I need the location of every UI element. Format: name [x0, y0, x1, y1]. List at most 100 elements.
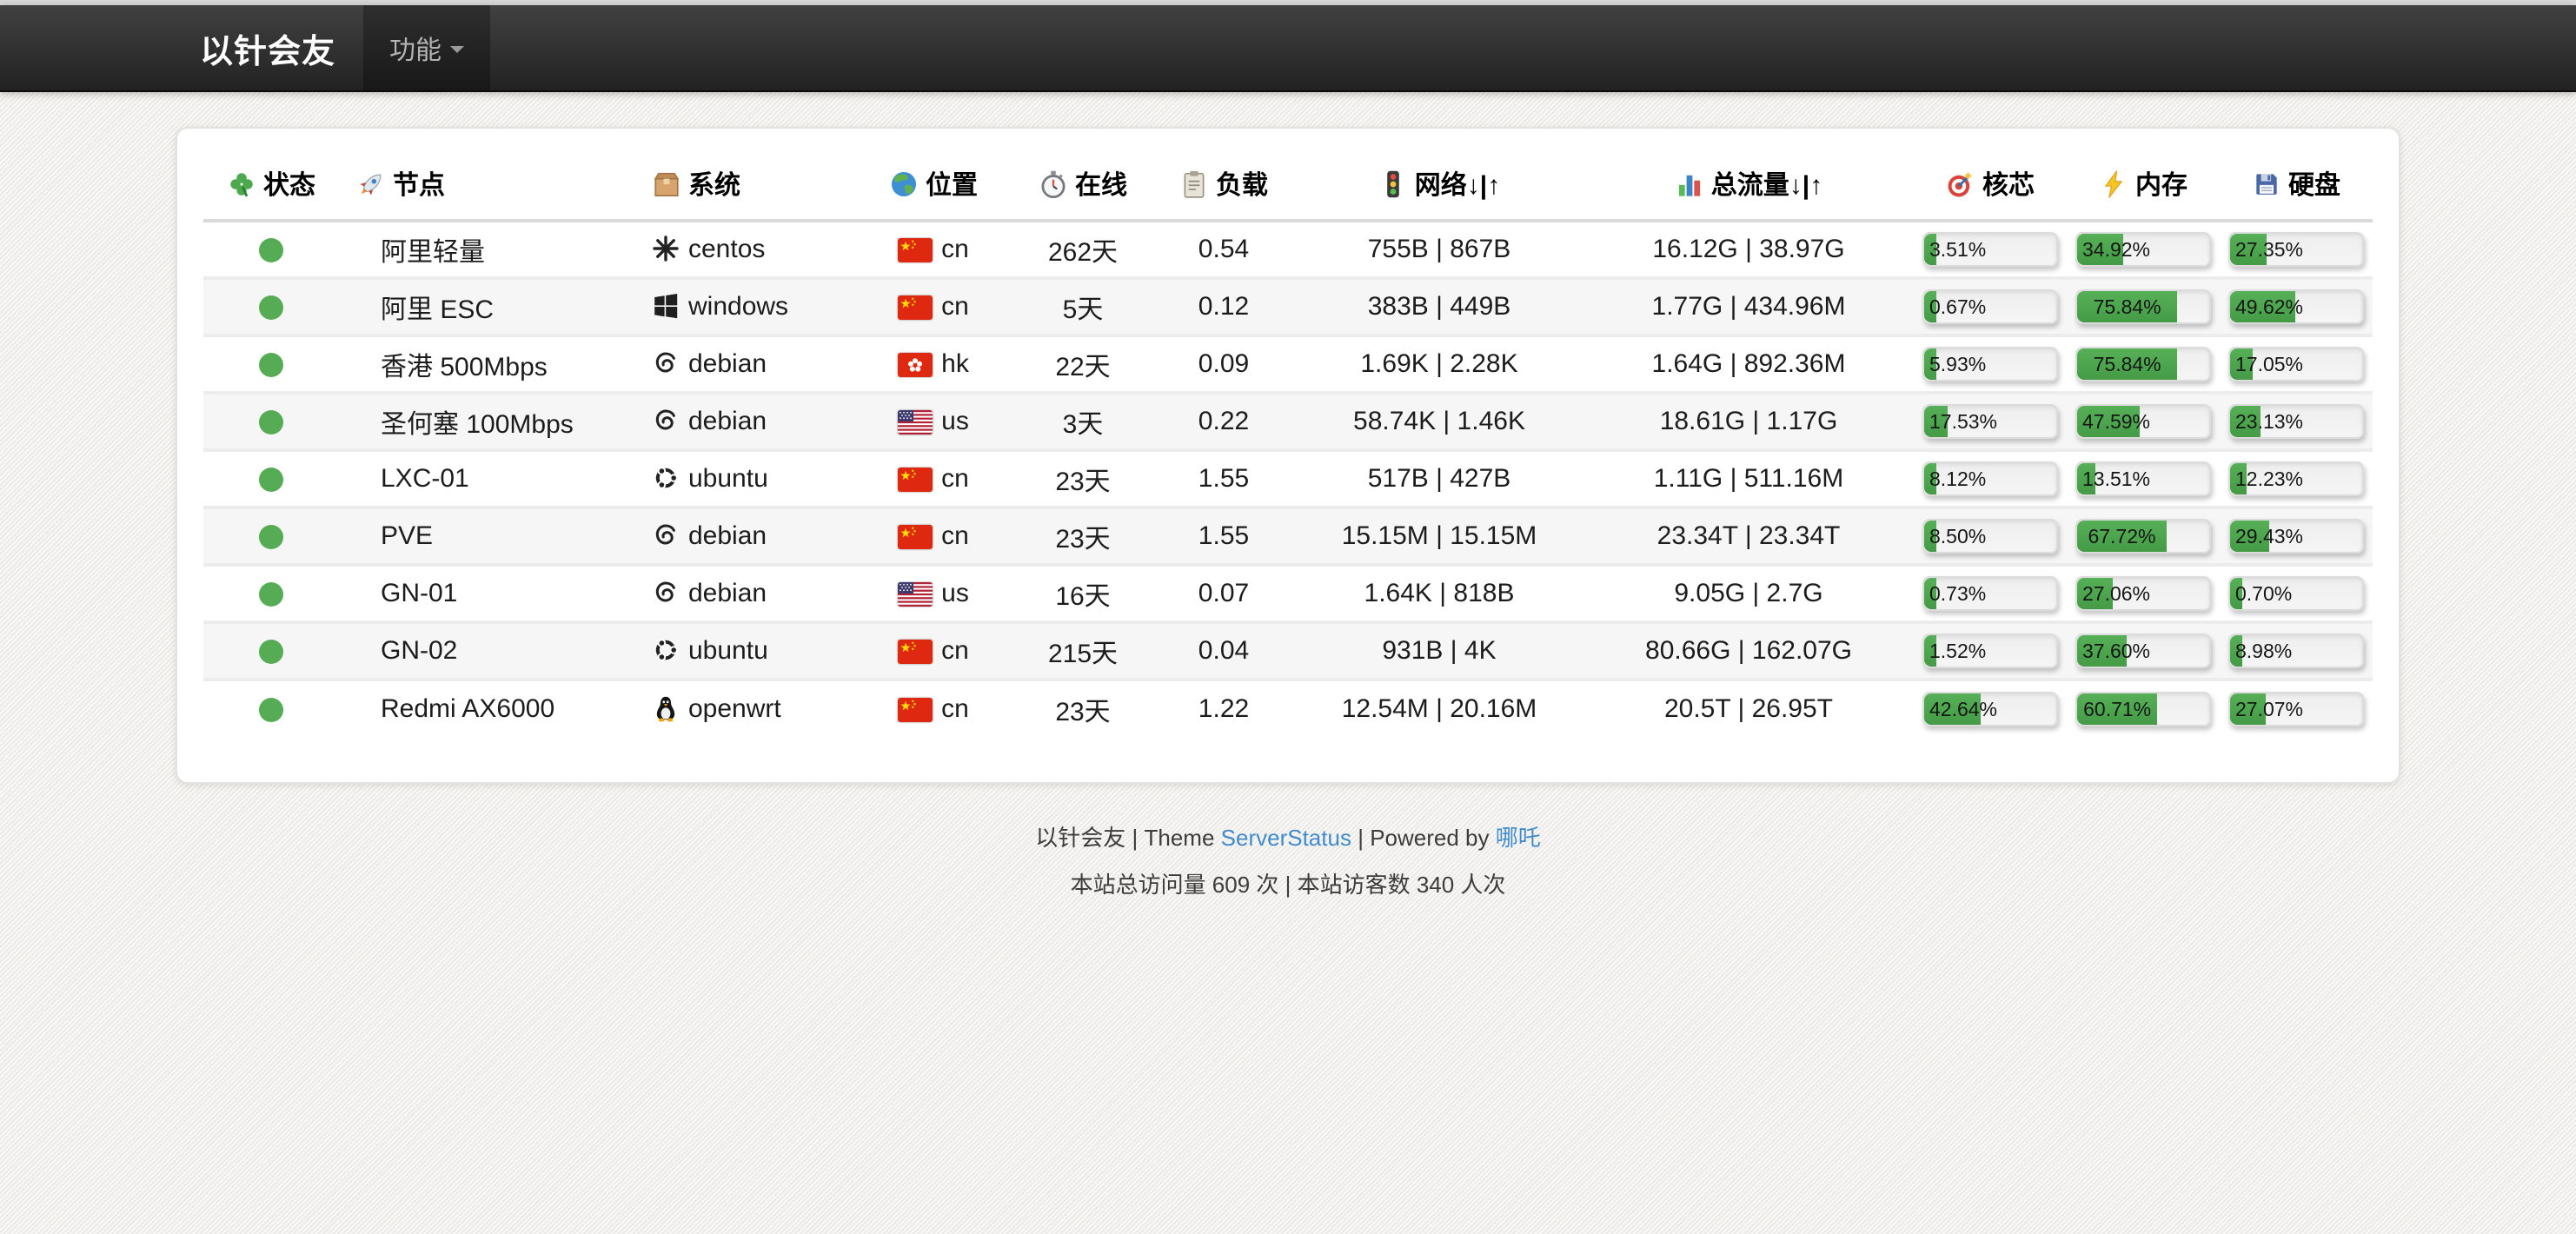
- os-name: debian: [688, 579, 767, 607]
- traffic-value: 9.05G | 2.7G: [1583, 565, 1914, 622]
- flag-hk-icon: [898, 353, 933, 377]
- status-online-icon: [259, 238, 283, 262]
- node-name: LXC-01: [381, 464, 469, 493]
- main-content: 状态 节点 系统 位置 在线 负载 网络↓|↑ 总流量↓|↑ 核芯 内存 硬盘 …: [0, 127, 2576, 784]
- footer-visit-stats: 本站总访问量 609 次 | 本站访客数 340 人次: [0, 869, 2576, 900]
- network-value: 58.74K | 1.46K: [1295, 393, 1583, 450]
- load-value: 1.55: [1152, 450, 1295, 508]
- server-row[interactable]: GN-02 ubuntu cn 215天 0.04 931B | 4K 80.6…: [203, 622, 2373, 680]
- network-value: 755B | 867B: [1295, 221, 1583, 278]
- traffic-value: 80.66G | 162.07G: [1583, 622, 1914, 680]
- rocket-icon: [356, 169, 386, 199]
- traffic-value: 23.34T | 23.34T: [1583, 508, 1914, 565]
- os-windows-icon: [652, 292, 680, 320]
- node-name: GN-02: [381, 636, 457, 665]
- theme-link[interactable]: ServerStatus: [1221, 825, 1351, 851]
- node-name: Redmi AX6000: [381, 694, 554, 723]
- footer-theme-prefix: Theme: [1145, 825, 1215, 851]
- cpu-percent: 0.73%: [1924, 582, 1991, 606]
- cpu-progress-bar: 0.73%: [1922, 576, 2058, 611]
- hdd-percent: 49.62%: [2230, 295, 2308, 319]
- os-name: debian: [688, 521, 767, 550]
- column-header-cpu: 核芯: [1914, 143, 2067, 221]
- node-name: PVE: [381, 521, 433, 550]
- status-online-icon: [259, 525, 283, 549]
- flag-cn-icon: [898, 468, 933, 492]
- menu-dropdown[interactable]: 功能: [363, 5, 490, 90]
- flag-us-icon: [898, 582, 933, 607]
- hdd-progress-bar: 0.70%: [2228, 576, 2364, 611]
- ram-percent: 13.51%: [2077, 468, 2155, 491]
- footer-credits: 以针会友 | Theme ServerStatus | Powered by 哪…: [0, 822, 2576, 853]
- traffic-value: 16.12G | 38.97G: [1583, 221, 1914, 278]
- status-online-icon: [259, 295, 283, 320]
- brand-link[interactable]: 以针会友: [176, 5, 363, 90]
- ram-percent: 34.92%: [2077, 238, 2155, 262]
- server-row[interactable]: LXC-01 ubuntu cn 23天 1.55 517B | 427B 1.…: [203, 450, 2373, 508]
- server-row[interactable]: PVE debian cn 23天 1.55 15.15M | 15.15M 2…: [203, 508, 2373, 565]
- lightning-icon: [2099, 169, 2128, 199]
- hdd-progress-bar: 27.35%: [2228, 232, 2364, 267]
- server-row[interactable]: 阿里轻量 centos cn 262天 0.54 755B | 867B 16.…: [203, 221, 2373, 278]
- ram-percent: 67.72%: [2082, 525, 2161, 548]
- network-value: 931B | 4K: [1295, 622, 1583, 680]
- load-value: 0.07: [1152, 565, 1295, 622]
- location-code: cn: [941, 521, 969, 550]
- column-header-hdd: 硬盘: [2220, 143, 2373, 221]
- powered-by-link[interactable]: 哪吒: [1496, 825, 1541, 851]
- os-ubuntu-icon: [652, 464, 680, 492]
- server-row[interactable]: 香港 500Mbps debian hk 22天 0.09 1.69K | 2.…: [203, 335, 2373, 393]
- traffic-value: 18.61G | 1.17G: [1583, 393, 1914, 450]
- server-row[interactable]: 阿里 ESC windows cn 5天 0.12 383B | 449B 1.…: [203, 278, 2373, 335]
- server-row[interactable]: GN-01 debian us 16天 0.07 1.64K | 818B 9.…: [203, 565, 2373, 622]
- os-name: ubuntu: [688, 636, 768, 665]
- server-table: 状态 节点 系统 位置 在线 负载 网络↓|↑ 总流量↓|↑ 核芯 内存 硬盘 …: [203, 143, 2373, 737]
- cpu-progress-bar: 42.64%: [1922, 692, 2058, 726]
- cpu-progress-bar: 0.67%: [1922, 289, 2058, 324]
- column-header-node: 节点: [339, 143, 634, 221]
- load-value: 0.09: [1152, 335, 1295, 393]
- hdd-percent: 17.05%: [2230, 353, 2308, 376]
- uptime-value: 3天: [1013, 393, 1152, 450]
- os-name: debian: [688, 407, 767, 435]
- cpu-percent: 8.50%: [1924, 525, 1991, 548]
- status-online-icon: [259, 582, 283, 607]
- os-ubuntu-icon: [652, 636, 680, 664]
- network-value: 517B | 427B: [1295, 450, 1583, 508]
- hdd-progress-bar: 8.98%: [2228, 634, 2364, 668]
- os-name: debian: [688, 349, 767, 378]
- server-status-card: 状态 节点 系统 位置 在线 负载 网络↓|↑ 总流量↓|↑ 核芯 内存 硬盘 …: [176, 127, 2400, 784]
- os-debian-icon: [652, 349, 680, 377]
- os-name: ubuntu: [688, 464, 768, 493]
- ram-progress-bar: 67.72%: [2075, 519, 2211, 554]
- load-value: 0.04: [1152, 622, 1295, 680]
- cpu-percent: 0.67%: [1924, 295, 1991, 319]
- server-row[interactable]: 圣何塞 100Mbps debian us 3天 0.22 58.74K | 1…: [203, 393, 2373, 450]
- table-header-row: 状态 节点 系统 位置 在线 负载 网络↓|↑ 总流量↓|↑ 核芯 内存 硬盘: [203, 143, 2373, 221]
- location-code: cn: [941, 464, 969, 493]
- location-code: hk: [941, 349, 969, 378]
- chevron-down-icon: [450, 46, 464, 53]
- uptime-value: 22天: [1013, 335, 1152, 393]
- ram-progress-bar: 75.84%: [2075, 289, 2211, 324]
- cpu-percent: 3.51%: [1924, 238, 1991, 262]
- flag-cn-icon: [898, 295, 933, 320]
- bar-chart-icon: [1675, 169, 1704, 199]
- node-name: 阿里 ESC: [381, 295, 494, 324]
- flag-cn-icon: [898, 238, 933, 262]
- footer-separator: |: [1358, 825, 1364, 851]
- column-header-status: 状态: [203, 143, 339, 221]
- cpu-percent: 42.64%: [1924, 698, 2002, 721]
- server-row[interactable]: Redmi AX6000 openwrt cn 23天 1.22 12.54M …: [203, 680, 2373, 737]
- status-online-icon: [259, 698, 283, 722]
- os-name: windows: [688, 292, 788, 321]
- traffic-value: 20.5T | 26.95T: [1583, 680, 1914, 737]
- traffic-value: 1.77G | 434.96M: [1583, 278, 1914, 335]
- ram-percent: 75.84%: [2088, 353, 2167, 376]
- location-code: cn: [941, 694, 969, 723]
- navbar: 以针会友 功能: [0, 5, 2576, 92]
- ram-progress-bar: 60.71%: [2075, 692, 2211, 726]
- ram-percent: 37.60%: [2077, 640, 2155, 663]
- cpu-progress-bar: 1.52%: [1922, 634, 2058, 668]
- ram-progress-bar: 13.51%: [2075, 461, 2211, 496]
